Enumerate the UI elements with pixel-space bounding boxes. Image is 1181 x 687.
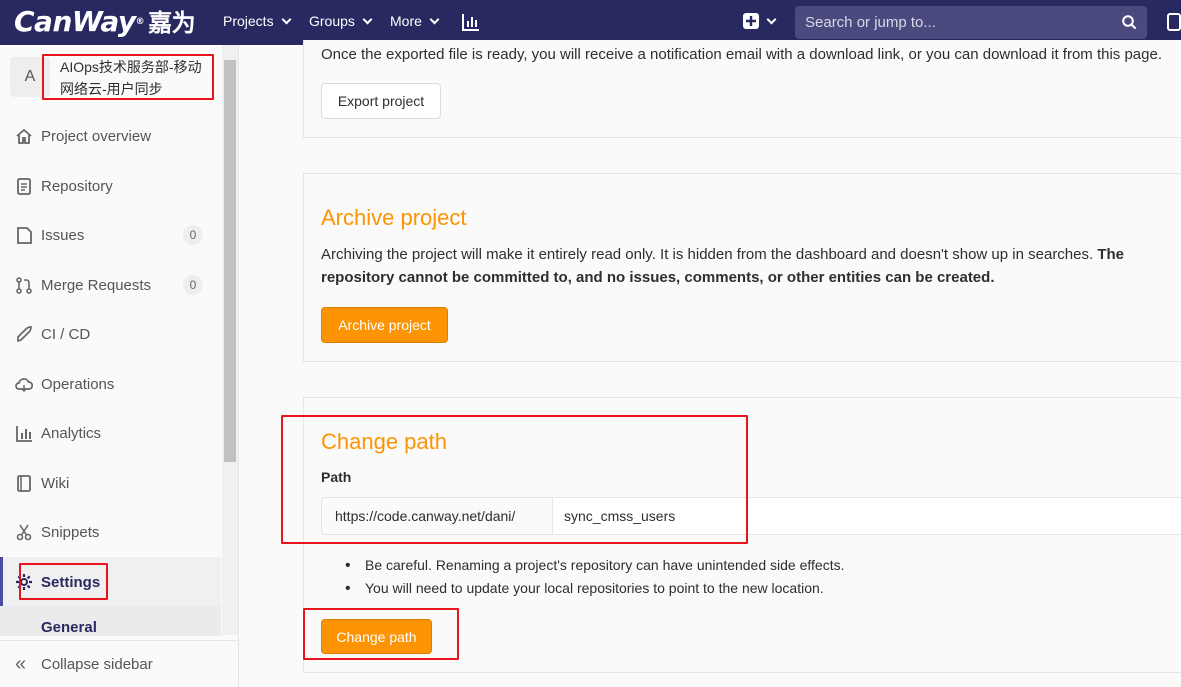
issues-shortcut-icon[interactable] [1167, 13, 1181, 36]
export-project-button[interactable]: Export project [321, 83, 441, 119]
archive-description: Archiving the project will make it entir… [321, 243, 1171, 289]
merge-icon [15, 276, 33, 294]
top-navbar: CanWay® 嘉为 Projects Groups More [0, 0, 1181, 45]
annotation-box-project-name [42, 54, 214, 100]
sidebar-item-label: Issues [41, 226, 85, 244]
sidebar-item-repository[interactable]: Repository [0, 166, 221, 206]
sidebar-item-label: Snippets [41, 523, 100, 541]
book-icon [15, 474, 33, 492]
chart-icon [15, 424, 33, 442]
issues-count-badge: 0 [183, 225, 203, 245]
sidebar-item-project-overview[interactable]: Project overview [0, 116, 221, 156]
sidebar-subitem-label: General [41, 619, 97, 636]
doc-icon [15, 177, 33, 195]
archive-desc-bold-1: The [1097, 246, 1125, 263]
export-description: Once the exported file is ready, you wil… [321, 46, 1162, 63]
sidebar-item-label: Wiki [41, 474, 70, 492]
merge-requests-count-badge: 0 [183, 275, 203, 295]
sidebar-item-label: Project overview [41, 127, 152, 145]
annotation-box-change-path [281, 415, 748, 544]
warning-item: Be careful. Renaming a project's reposit… [345, 557, 845, 575]
sidebar-item-snippets[interactable]: Snippets [0, 512, 221, 552]
archive-desc-bold-2: repository cannot be committed to, and n… [321, 269, 995, 286]
nav-projects[interactable]: Projects [223, 13, 292, 29]
nav-projects-label: Projects [223, 13, 274, 29]
logo-cn-text: 嘉为 [148, 9, 196, 37]
nav-more[interactable]: More [390, 13, 440, 29]
sidebar-item-label: Analytics [41, 424, 102, 442]
search-icon [1122, 15, 1137, 30]
collapse-sidebar-button[interactable]: « Collapse sidebar [0, 640, 238, 687]
chevron-down-icon [766, 14, 777, 24]
sidebar-item-merge-requests[interactable]: Merge Requests 0 [0, 265, 221, 305]
sidebar-item-label: Merge Requests [41, 276, 152, 294]
chevron-down-icon [362, 14, 373, 24]
archive-project-button[interactable]: Archive project [321, 307, 448, 343]
collapse-sidebar-label: Collapse sidebar [41, 655, 153, 673]
sidebar-item-issues[interactable]: Issues 0 [0, 215, 221, 255]
sidebar-item-label: CI / CD [41, 325, 91, 343]
double-chevron-left-icon: « [15, 652, 27, 675]
issues-icon [15, 226, 33, 244]
cloud-icon [15, 375, 33, 393]
annotation-box-change-path-button [303, 608, 459, 660]
sidebar-scrollbar-thumb[interactable] [224, 60, 236, 462]
brand-logo[interactable]: CanWay® 嘉为 [14, 5, 196, 38]
chevron-down-icon [429, 14, 440, 24]
nav-groups-label: Groups [309, 13, 355, 29]
nav-groups[interactable]: Groups [309, 13, 373, 29]
sidebar-item-analytics[interactable]: Analytics [0, 413, 221, 453]
activity-chart-icon[interactable] [461, 12, 481, 32]
sidebar-item-operations[interactable]: Operations [0, 364, 221, 404]
sidebar-item-label: Operations [41, 375, 115, 393]
sidebar-item-label: Repository [41, 177, 113, 195]
nav-more-label: More [390, 13, 422, 29]
scissors-icon [15, 523, 33, 541]
archive-desc-plain: Archiving the project will make it entir… [321, 246, 1098, 263]
plus-square-icon [743, 13, 759, 29]
logo-text: CanWay [14, 5, 136, 38]
search-input[interactable] [795, 6, 1147, 39]
sidebar-item-ci-cd[interactable]: CI / CD [0, 314, 221, 354]
rocket-icon [15, 325, 33, 343]
home-icon [15, 127, 33, 145]
search-box[interactable] [795, 6, 1147, 39]
sidebar-subitem-general[interactable]: General [0, 606, 221, 636]
new-dropdown[interactable] [743, 13, 777, 29]
chevron-down-icon [281, 14, 292, 24]
archive-title: Archive project [321, 205, 467, 230]
sidebar-item-wiki[interactable]: Wiki [0, 463, 221, 503]
warning-item: You will need to update your local repos… [345, 580, 824, 598]
annotation-box-settings [19, 563, 108, 600]
